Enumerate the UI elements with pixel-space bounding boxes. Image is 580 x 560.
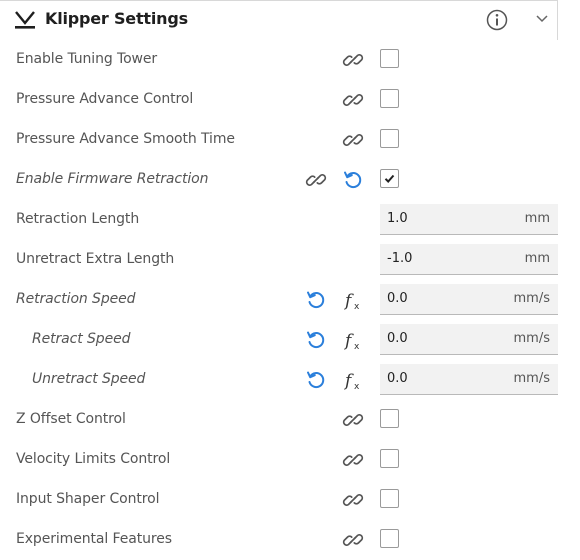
setting-checkbox[interactable] bbox=[380, 169, 399, 188]
field-value: 0.0 bbox=[387, 291, 408, 306]
setting-row-retraction-length: Retraction Length 1.0 mm bbox=[0, 200, 558, 240]
setting-row-pressure-advance-smooth-time: Pressure Advance Smooth Time bbox=[0, 120, 558, 160]
link-icon[interactable] bbox=[342, 409, 364, 431]
setting-checkbox[interactable] bbox=[380, 409, 399, 428]
link-icon[interactable] bbox=[342, 49, 364, 71]
setting-row-unretract-speed: Unretract Speed f x 0.0 mm/s bbox=[0, 360, 558, 400]
setting-checkbox[interactable] bbox=[380, 449, 399, 468]
field-unit: mm bbox=[524, 251, 550, 266]
svg-text:x: x bbox=[354, 382, 360, 392]
field-unit: mm/s bbox=[513, 291, 550, 306]
setting-value-field[interactable]: 0.0 mm/s bbox=[380, 324, 558, 355]
link-icon[interactable] bbox=[342, 449, 364, 471]
setting-checkbox[interactable] bbox=[380, 529, 399, 548]
setting-value-field[interactable]: 0.0 mm/s bbox=[380, 284, 558, 315]
category-header[interactable]: Klipper Settings bbox=[0, 0, 558, 40]
link-icon[interactable] bbox=[305, 169, 327, 191]
setting-label: Z Offset Control bbox=[16, 411, 126, 427]
setting-label: Experimental Features bbox=[16, 531, 172, 547]
setting-label: Velocity Limits Control bbox=[16, 451, 171, 467]
svg-text:x: x bbox=[354, 302, 360, 312]
setting-checkbox[interactable] bbox=[380, 49, 399, 68]
setting-value-field[interactable]: 1.0 mm bbox=[380, 204, 558, 235]
setting-label: Unretract Speed bbox=[32, 371, 146, 387]
setting-label: Enable Firmware Retraction bbox=[16, 171, 209, 187]
setting-checkbox[interactable] bbox=[380, 89, 399, 108]
reset-icon[interactable] bbox=[342, 169, 364, 191]
setting-label: Pressure Advance Control bbox=[16, 91, 194, 107]
checkmark-icon bbox=[384, 174, 395, 183]
setting-row-unretract-extra-length: Unretract Extra Length -1.0 mm bbox=[0, 240, 558, 280]
field-value: 0.0 bbox=[387, 371, 408, 386]
function-icon[interactable]: f x bbox=[344, 328, 364, 352]
field-unit: mm/s bbox=[513, 371, 550, 386]
setting-checkbox[interactable] bbox=[380, 129, 399, 148]
reset-icon[interactable] bbox=[305, 329, 327, 351]
setting-label: Pressure Advance Smooth Time bbox=[16, 131, 235, 147]
field-value: -1.0 bbox=[387, 251, 413, 266]
setting-label: Retraction Speed bbox=[16, 291, 136, 307]
setting-row-experimental-features: Experimental Features bbox=[0, 520, 558, 560]
link-icon[interactable] bbox=[342, 489, 364, 511]
klipper-logo-icon bbox=[15, 11, 35, 29]
reset-icon[interactable] bbox=[305, 369, 327, 391]
setting-checkbox[interactable] bbox=[380, 489, 399, 508]
setting-row-input-shaper-control: Input Shaper Control bbox=[0, 480, 558, 520]
function-icon[interactable]: f x bbox=[344, 288, 364, 312]
setting-row-pressure-advance-control: Pressure Advance Control bbox=[0, 80, 558, 120]
field-value: 1.0 bbox=[387, 211, 408, 226]
svg-text:x: x bbox=[354, 342, 360, 352]
link-icon[interactable] bbox=[342, 89, 364, 111]
setting-row-retract-speed: Retract Speed f x 0.0 mm/s bbox=[0, 320, 558, 360]
setting-row-velocity-limits-control: Velocity Limits Control bbox=[0, 440, 558, 480]
link-icon[interactable] bbox=[342, 129, 364, 151]
svg-text:f: f bbox=[344, 331, 354, 351]
field-unit: mm/s bbox=[513, 331, 550, 346]
setting-row-retraction-speed: Retraction Speed f x 0.0 mm/s bbox=[0, 280, 558, 320]
setting-label: Unretract Extra Length bbox=[16, 251, 175, 267]
setting-label: Retract Speed bbox=[32, 331, 131, 347]
field-unit: mm bbox=[524, 211, 550, 226]
field-value: 0.0 bbox=[387, 331, 408, 346]
setting-row-enable-firmware-retraction: Enable Firmware Retraction bbox=[0, 160, 558, 200]
link-icon[interactable] bbox=[342, 529, 364, 551]
setting-value-field[interactable]: 0.0 mm/s bbox=[380, 364, 558, 395]
setting-label: Enable Tuning Tower bbox=[16, 51, 158, 67]
reset-icon[interactable] bbox=[305, 289, 327, 311]
setting-row-z-offset-control: Z Offset Control bbox=[0, 400, 558, 440]
chevron-down-icon[interactable] bbox=[535, 13, 549, 25]
category-title: Klipper Settings bbox=[45, 9, 188, 28]
info-icon[interactable] bbox=[486, 9, 508, 31]
setting-value-field[interactable]: -1.0 mm bbox=[380, 244, 558, 275]
svg-text:f: f bbox=[344, 371, 354, 391]
setting-row-enable-tuning-tower: Enable Tuning Tower bbox=[0, 40, 558, 80]
svg-text:f: f bbox=[344, 291, 354, 311]
setting-label: Input Shaper Control bbox=[16, 491, 160, 507]
setting-label: Retraction Length bbox=[16, 211, 140, 227]
function-icon[interactable]: f x bbox=[344, 368, 364, 392]
